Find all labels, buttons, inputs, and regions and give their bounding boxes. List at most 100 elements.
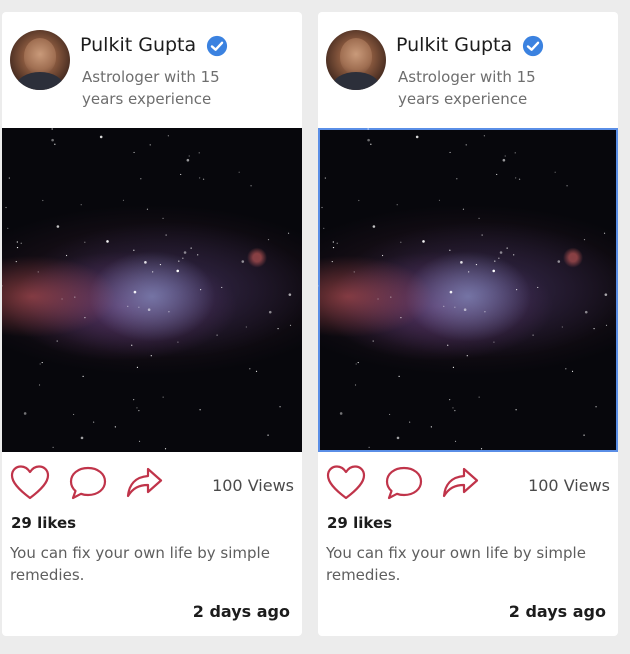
star: [478, 396, 480, 398]
post-timestamp: 2 days ago: [192, 602, 290, 621]
star: [149, 144, 151, 146]
comment-icon[interactable]: [68, 464, 108, 502]
star: [159, 263, 162, 266]
star: [584, 310, 588, 314]
star: [565, 368, 567, 370]
star: [449, 249, 451, 251]
share-icon[interactable]: [124, 464, 164, 502]
star: [99, 135, 103, 139]
star: [80, 436, 84, 440]
star: [593, 328, 595, 330]
star: [321, 206, 323, 209]
heart-icon[interactable]: [326, 464, 366, 502]
star: [133, 151, 135, 154]
star: [250, 185, 252, 187]
star: [42, 199, 44, 202]
star: [336, 242, 338, 244]
star: [480, 448, 483, 450]
author-subtitle: Astrologer with 15 years experience: [82, 68, 220, 108]
star: [72, 413, 75, 416]
author-name[interactable]: Pulkit Gupta: [80, 34, 196, 56]
star: [449, 399, 451, 401]
star: [566, 185, 568, 187]
post-image[interactable]: [318, 128, 618, 452]
avatar[interactable]: [326, 30, 386, 90]
star: [492, 269, 496, 273]
star: [367, 128, 369, 130]
star: [38, 384, 41, 386]
star: [54, 143, 56, 145]
star: [465, 144, 467, 146]
star: [199, 177, 201, 179]
star: [372, 225, 376, 228]
star: [51, 138, 54, 142]
star: [133, 249, 135, 251]
star: [267, 239, 270, 241]
star: [454, 306, 456, 308]
star: [186, 158, 190, 162]
post-card: Pulkit Gupta Astrologer with 15 years ex…: [318, 12, 618, 636]
star: [462, 208, 465, 210]
star: [277, 328, 279, 330]
star: [358, 199, 360, 202]
star: [138, 306, 140, 308]
star: [516, 289, 518, 291]
heart-icon[interactable]: [10, 464, 50, 502]
star: [136, 407, 138, 409]
star: [52, 446, 54, 448]
author-name[interactable]: Pulkit Gupta: [396, 34, 512, 56]
star: [131, 344, 133, 346]
star: [200, 289, 202, 291]
star: [167, 135, 169, 137]
star: [162, 217, 164, 220]
star: [140, 178, 142, 180]
star: [136, 366, 139, 368]
author-subtitle: Astrologer with 15 years experience: [398, 68, 536, 108]
star: [182, 257, 184, 259]
star: [287, 232, 290, 234]
share-icon[interactable]: [440, 464, 480, 502]
star: [176, 269, 180, 273]
star: [603, 232, 606, 234]
star: [41, 361, 43, 364]
star: [190, 247, 192, 249]
star: [502, 158, 506, 162]
star: [162, 396, 164, 398]
like-count[interactable]: 29 likes: [327, 514, 392, 532]
post-card: Pulkit Gupta Astrologer with 15 years ex…: [2, 12, 302, 636]
like-count[interactable]: 29 likes: [11, 514, 76, 532]
star: [39, 363, 41, 365]
star: [372, 340, 374, 342]
comment-icon[interactable]: [384, 464, 424, 502]
view-count: 100 Views: [528, 476, 610, 495]
star: [238, 171, 240, 173]
star: [332, 246, 335, 249]
star: [449, 151, 451, 154]
star: [339, 412, 343, 415]
star: [494, 260, 496, 262]
star: [216, 334, 218, 336]
star: [396, 204, 398, 206]
star: [56, 225, 60, 228]
post-image[interactable]: [2, 128, 302, 452]
star: [484, 311, 486, 313]
star: [146, 208, 149, 210]
verified-badge-icon: [206, 35, 228, 57]
star: [183, 251, 187, 254]
avatar[interactable]: [10, 30, 70, 90]
star: [144, 261, 147, 264]
star: [449, 290, 453, 294]
star: [138, 440, 141, 442]
star: [357, 361, 359, 364]
star: [324, 177, 326, 179]
star: [499, 251, 503, 254]
star: [80, 204, 82, 206]
star: [604, 293, 608, 296]
star: [188, 155, 190, 157]
star: [483, 135, 485, 137]
star: [331, 260, 333, 263]
star: [16, 241, 18, 243]
starfield: [2, 128, 292, 450]
star: [475, 263, 478, 266]
star: [447, 344, 449, 346]
